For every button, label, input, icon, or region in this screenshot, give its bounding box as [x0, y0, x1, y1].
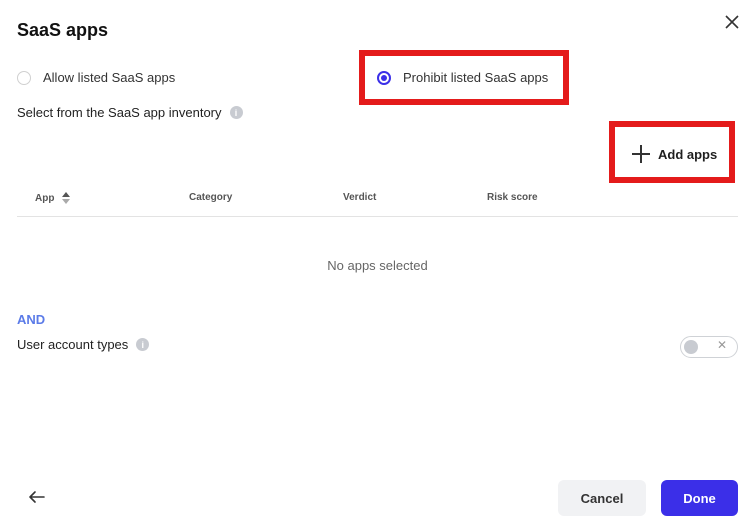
and-operator: AND: [17, 312, 46, 327]
column-verdict-label: Verdict: [343, 192, 377, 203]
toggle-off-icon: ✕: [717, 338, 728, 352]
add-apps-label: Add apps: [658, 146, 718, 162]
plus-icon: [632, 145, 650, 163]
column-category-label: Category: [189, 192, 233, 203]
column-risk-score-label: Risk score: [487, 192, 538, 203]
allow-option[interactable]: Allow listed SaaS apps: [17, 70, 175, 85]
allow-radio[interactable]: [17, 70, 31, 85]
empty-state: No apps selected: [327, 258, 428, 273]
close-icon[interactable]: [722, 12, 742, 32]
column-app-label: App: [35, 192, 55, 204]
sort-icon[interactable]: [62, 192, 71, 204]
prohibit-option[interactable]: Prohibit listed SaaS apps: [377, 70, 548, 85]
info-icon[interactable]: i: [136, 338, 150, 351]
allow-label: Allow listed SaaS apps: [43, 70, 176, 85]
add-apps-button[interactable]: Add apps: [632, 145, 717, 163]
inventory-label: Select from the SaaS app inventory: [17, 105, 222, 120]
inventory-heading: Select from the SaaS app inventory i: [17, 105, 243, 120]
done-button[interactable]: Done: [661, 480, 738, 516]
info-icon[interactable]: i: [229, 106, 243, 119]
apps-table-header: App Category Verdict Risk score: [17, 186, 738, 217]
column-app[interactable]: App: [35, 192, 71, 204]
toggle-knob: [684, 340, 698, 354]
dialog-title: SaaS apps: [17, 20, 109, 40]
user-account-toggle[interactable]: ✕: [680, 336, 738, 358]
prohibit-label: Prohibit listed SaaS apps: [403, 70, 549, 85]
cancel-button[interactable]: Cancel: [558, 480, 646, 516]
column-risk-score: Risk score: [487, 192, 538, 203]
column-category: Category: [189, 192, 232, 203]
prohibit-radio[interactable]: [377, 70, 391, 85]
user-account-types: User account types i: [17, 337, 150, 352]
user-account-label: User account types: [17, 337, 129, 352]
arrow-left-icon[interactable]: [27, 487, 47, 507]
column-verdict: Verdict: [343, 192, 376, 203]
